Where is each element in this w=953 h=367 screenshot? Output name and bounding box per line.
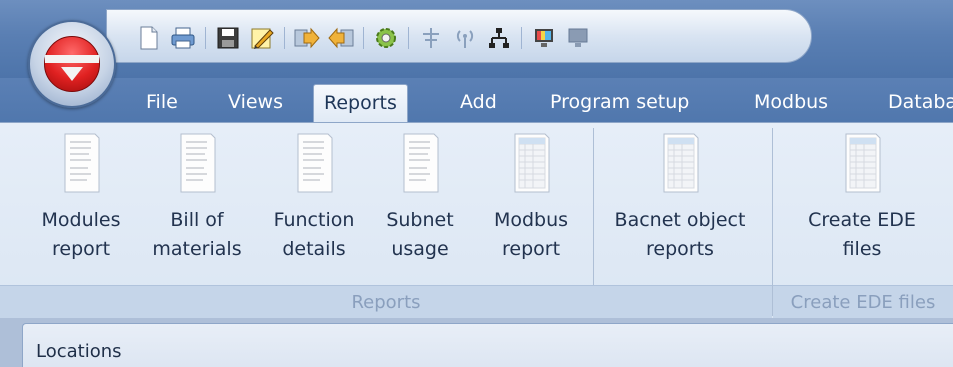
text-report-icon bbox=[64, 133, 100, 193]
button-label: Bacnet object reports bbox=[614, 209, 746, 260]
quick-access-icons bbox=[134, 22, 593, 54]
group-label-reports: Reports bbox=[0, 285, 772, 318]
settings-gear-icon[interactable] bbox=[371, 23, 401, 53]
locations-panel bbox=[22, 323, 953, 367]
antenna-icon[interactable] bbox=[416, 23, 446, 53]
toolbar-separator bbox=[408, 27, 409, 49]
text-report-icon bbox=[297, 133, 333, 193]
bill-of-materials-button[interactable]: Bill of materials bbox=[142, 132, 252, 264]
toolbar-separator bbox=[205, 27, 206, 49]
application-menu-button[interactable] bbox=[28, 20, 116, 108]
receive-icon[interactable] bbox=[326, 23, 356, 53]
wireless-icon[interactable] bbox=[450, 23, 480, 53]
tab-file[interactable]: File bbox=[142, 84, 182, 122]
print-icon[interactable] bbox=[168, 23, 198, 53]
table-report-icon bbox=[663, 133, 699, 193]
logo-icon bbox=[44, 36, 100, 92]
send-icon[interactable] bbox=[292, 23, 322, 53]
network-icon[interactable] bbox=[484, 23, 514, 53]
subnet-usage-button[interactable]: Subnet usage bbox=[370, 132, 470, 264]
edit-icon[interactable] bbox=[247, 23, 277, 53]
button-label: Create EDE files bbox=[808, 209, 916, 260]
create-ede-files-button[interactable]: Create EDE files bbox=[776, 132, 948, 264]
toolbar-separator bbox=[521, 27, 522, 49]
tab-views[interactable]: Views bbox=[224, 84, 287, 122]
modules-report-button[interactable]: Modules report bbox=[26, 132, 136, 264]
text-report-icon bbox=[180, 133, 216, 193]
button-label: Modbus report bbox=[493, 209, 569, 260]
button-label: Modules report bbox=[41, 209, 121, 260]
tab-database[interactable]: Databa bbox=[884, 84, 953, 122]
tab-reports[interactable]: Reports bbox=[313, 84, 408, 124]
locations-panel-title: Locations bbox=[36, 341, 122, 362]
tab-add[interactable]: Add bbox=[456, 84, 501, 122]
tab-modbus[interactable]: Modbus bbox=[750, 84, 832, 122]
bacnet-object-reports-button[interactable]: Bacnet object reports bbox=[596, 132, 764, 264]
monitor-icon[interactable] bbox=[563, 23, 593, 53]
button-label: Bill of materials bbox=[152, 209, 242, 260]
text-report-icon bbox=[403, 133, 439, 193]
function-details-button[interactable]: Function details bbox=[258, 132, 370, 264]
modbus-report-button[interactable]: Modbus report bbox=[476, 132, 586, 264]
save-icon[interactable] bbox=[213, 23, 243, 53]
toolbar-separator bbox=[363, 27, 364, 49]
button-label: Subnet usage bbox=[386, 209, 454, 260]
monitor-color-icon[interactable] bbox=[529, 23, 559, 53]
group-label-create-ede-files: Create EDE files bbox=[773, 285, 953, 318]
table-report-icon bbox=[845, 133, 881, 193]
table-report-icon bbox=[514, 133, 550, 193]
new-document-icon[interactable] bbox=[134, 23, 164, 53]
tab-program-setup[interactable]: Program setup bbox=[546, 84, 693, 122]
button-label: Function details bbox=[273, 209, 355, 260]
toolbar-separator bbox=[284, 27, 285, 49]
